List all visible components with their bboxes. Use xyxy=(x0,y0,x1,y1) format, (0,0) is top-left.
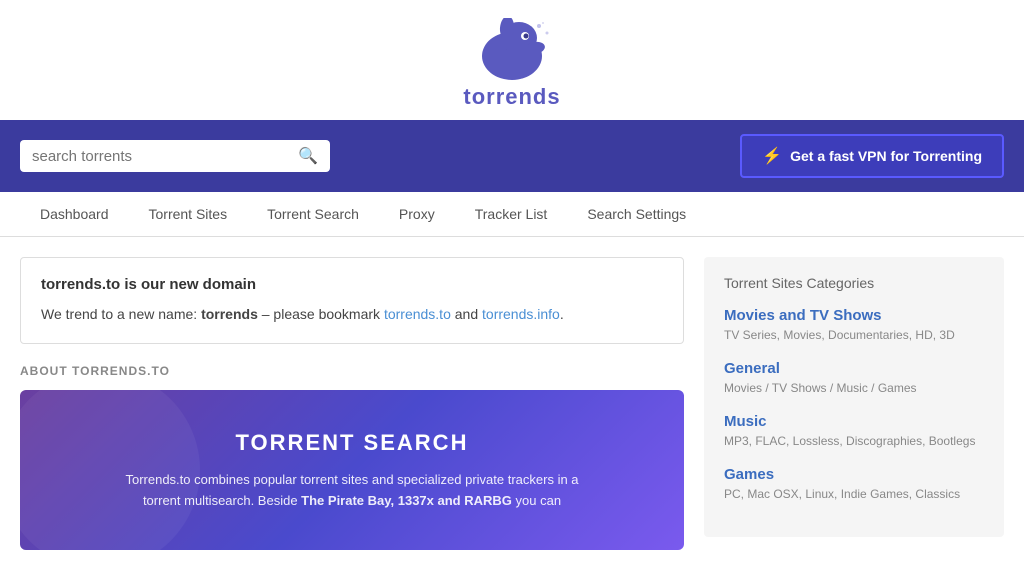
left-column: torrends.to is our new domain We trend t… xyxy=(20,257,684,550)
category-item-movies[interactable]: Movies and TV Shows TV Series, Movies, D… xyxy=(724,307,984,342)
logo-text: torrends xyxy=(463,84,560,110)
nav-link-dashboard[interactable]: Dashboard xyxy=(20,192,129,236)
notice-text-after: and xyxy=(451,306,482,322)
nav-link-torrent-search[interactable]: Torrent Search xyxy=(247,192,379,236)
nav-item-torrent-search[interactable]: Torrent Search xyxy=(247,192,379,236)
notice-box: torrends.to is our new domain We trend t… xyxy=(20,257,684,344)
category-desc-movies: TV Series, Movies, Documentaries, HD, 3D xyxy=(724,328,984,342)
notice-title: torrends.to is our new domain xyxy=(41,276,663,293)
notice-text-middle: – please bookmark xyxy=(258,306,384,322)
banner-bold: The Pirate Bay, 1337x and RARBG xyxy=(301,493,512,508)
bolt-icon: ⚡ xyxy=(762,146,782,166)
category-title-movies[interactable]: Movies and TV Shows xyxy=(724,307,984,324)
category-item-games[interactable]: Games PC, Mac OSX, Linux, Indie Games, C… xyxy=(724,466,984,501)
banner-desc-end: you can xyxy=(512,493,561,508)
banner: TORRENT SEARCH Torrends.to combines popu… xyxy=(20,390,684,550)
category-item-general[interactable]: General Movies / TV Shows / Music / Game… xyxy=(724,360,984,395)
search-input[interactable] xyxy=(32,148,298,165)
category-title-general[interactable]: General xyxy=(724,360,984,377)
logo-section: torrends xyxy=(0,0,1024,120)
nav-bar: Dashboard Torrent Sites Torrent Search P… xyxy=(0,192,1024,237)
logo-container: torrends xyxy=(463,18,560,110)
notice-body: We trend to a new name: torrends – pleas… xyxy=(41,303,663,325)
vpn-label: Get a fast VPN for Torrenting xyxy=(790,148,982,164)
sidebar-box: Torrent Sites Categories Movies and TV S… xyxy=(704,257,1004,537)
about-label: ABOUT TORRENDS.TO xyxy=(20,364,684,378)
category-desc-games: PC, Mac OSX, Linux, Indie Games, Classic… xyxy=(724,487,984,501)
nav-link-search-settings[interactable]: Search Settings xyxy=(567,192,706,236)
right-column: Torrent Sites Categories Movies and TV S… xyxy=(704,257,1004,550)
category-item-music[interactable]: Music MP3, FLAC, Lossless, Discographies… xyxy=(724,413,984,448)
nav-link-torrent-sites[interactable]: Torrent Sites xyxy=(129,192,248,236)
notice-link1[interactable]: torrends.to xyxy=(384,306,451,322)
category-title-games[interactable]: Games xyxy=(724,466,984,483)
sidebar-title: Torrent Sites Categories xyxy=(724,275,984,291)
notice-bold: torrends xyxy=(201,306,258,322)
nav-list: Dashboard Torrent Sites Torrent Search P… xyxy=(20,192,1004,236)
category-desc-general: Movies / TV Shows / Music / Games xyxy=(724,381,984,395)
notice-text-end: . xyxy=(560,306,564,322)
search-bar: 🔍 ⚡ Get a fast VPN for Torrenting xyxy=(0,120,1024,192)
nav-item-search-settings[interactable]: Search Settings xyxy=(567,192,706,236)
search-icon[interactable]: 🔍 xyxy=(298,146,318,166)
category-desc-music: MP3, FLAC, Lossless, Discographies, Boot… xyxy=(724,434,984,448)
banner-description: Torrends.to combines popular torrent sit… xyxy=(112,470,592,512)
nav-link-tracker-list[interactable]: Tracker List xyxy=(455,192,568,236)
nav-item-torrent-sites[interactable]: Torrent Sites xyxy=(129,192,248,236)
notice-link2[interactable]: torrends.info xyxy=(482,306,560,322)
nav-item-proxy[interactable]: Proxy xyxy=(379,192,455,236)
nav-link-proxy[interactable]: Proxy xyxy=(379,192,455,236)
nav-item-tracker-list[interactable]: Tracker List xyxy=(455,192,568,236)
category-title-music[interactable]: Music xyxy=(724,413,984,430)
vpn-button[interactable]: ⚡ Get a fast VPN for Torrenting xyxy=(740,134,1004,178)
main-content: torrends.to is our new domain We trend t… xyxy=(0,237,1024,570)
notice-text-before: We trend to a new name: xyxy=(41,306,201,322)
banner-title: TORRENT SEARCH xyxy=(50,430,654,456)
nav-item-dashboard[interactable]: Dashboard xyxy=(20,192,129,236)
logo-animal-icon xyxy=(467,18,557,88)
search-input-wrap: 🔍 xyxy=(20,140,330,172)
